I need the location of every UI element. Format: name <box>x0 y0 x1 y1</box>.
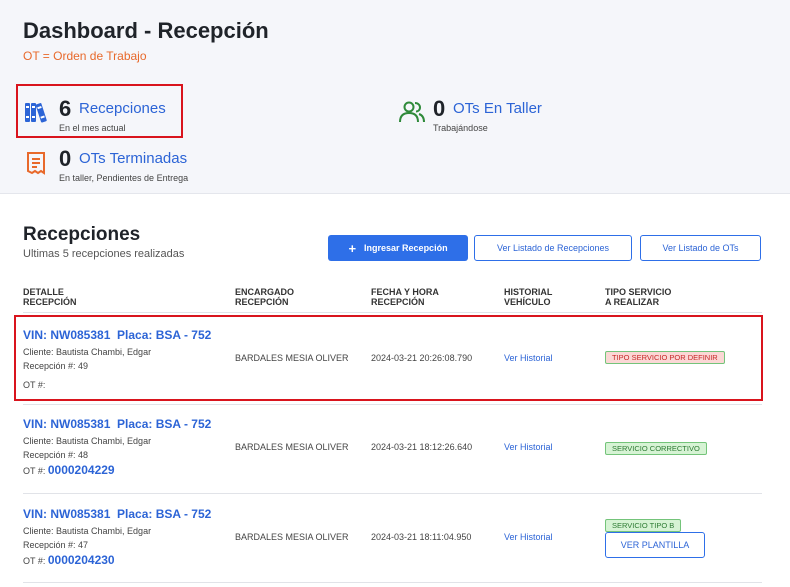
stat-caption: En taller, Pendientes de Entrega <box>59 173 189 183</box>
ingresar-recepcion-button[interactable]: + Ingresar Recepción <box>328 235 468 261</box>
ingresar-recepcion-label: Ingresar Recepción <box>364 243 448 253</box>
status-badge: SERVICIO CORRECTIVO <box>605 442 707 455</box>
ver-historial-link[interactable]: Ver Historial <box>504 532 553 542</box>
divider <box>23 582 762 583</box>
recepcion-number: Recepción #: 47 <box>23 540 89 550</box>
cliente-text: Cliente: Bautista Chambi, Edgar <box>23 526 152 536</box>
ot-link[interactable]: 0000204230 <box>48 553 115 567</box>
users-icon <box>398 100 426 128</box>
stat-caption: Trabajándose <box>433 123 488 133</box>
highlight-box <box>14 315 763 401</box>
section-title: Recepciones <box>23 224 141 245</box>
stat-value: 0 <box>59 146 72 171</box>
section-subtitle: Ultimas 5 recepciones realizadas <box>23 248 185 260</box>
column-header-fecha: FECHA Y HORA RECEPCIÓN <box>371 287 439 307</box>
receipt-icon <box>24 150 52 178</box>
divider <box>23 312 762 313</box>
ots-en-taller-link[interactable]: OTs En Taller <box>453 100 542 117</box>
ot-number: OT #: 0000204230 <box>23 553 115 567</box>
fecha-cell: 2024-03-21 18:12:26.640 <box>371 442 473 452</box>
page-title: Dashboard - Recepción <box>23 18 269 43</box>
highlight-box <box>16 84 183 138</box>
encargado-cell: BARDALES MESIA OLIVER <box>235 532 349 542</box>
ver-historial-link[interactable]: Ver Historial <box>504 442 553 452</box>
vehicle-link[interactable]: VIN: NW085381 Placa: BSA - 752 <box>23 507 211 521</box>
column-header-tipo-servicio: TIPO SERVICIO A REALIZAR <box>605 287 672 307</box>
status-badge: SERVICIO TIPO B <box>605 519 682 532</box>
ots-terminadas-link[interactable]: OTs Terminadas <box>79 150 187 167</box>
plus-icon: + <box>348 240 357 256</box>
fecha-cell: 2024-03-21 18:11:04.950 <box>371 532 472 542</box>
divider <box>23 493 762 494</box>
ver-listado-ots-button[interactable]: Ver Listado de OTs <box>640 235 761 261</box>
column-header-historial: HISTORIAL VEHÍCULO <box>504 287 553 307</box>
vehicle-link[interactable]: VIN: NW085381 Placa: BSA - 752 <box>23 417 211 431</box>
divider <box>23 404 762 405</box>
ot-link[interactable]: 0000204229 <box>48 463 115 477</box>
ver-plantilla-button[interactable]: VER PLANTILLA <box>605 532 705 558</box>
cliente-text: Cliente: Bautista Chambi, Edgar <box>23 436 152 446</box>
encargado-cell: BARDALES MESIA OLIVER <box>235 442 349 452</box>
column-header-detalle: DETALLE RECEPCIÓN <box>23 287 77 307</box>
recepcion-number: Recepción #: 48 <box>23 450 89 460</box>
page-subtitle: OT = Orden de Trabajo <box>23 49 147 63</box>
ver-listado-recepciones-button[interactable]: Ver Listado de Recepciones <box>474 235 632 261</box>
ot-number: OT #: 0000204229 <box>23 463 115 477</box>
stat-value: 0 <box>433 96 446 121</box>
column-header-encargado: ENCARGADO RECEPCIÓN <box>235 287 295 307</box>
